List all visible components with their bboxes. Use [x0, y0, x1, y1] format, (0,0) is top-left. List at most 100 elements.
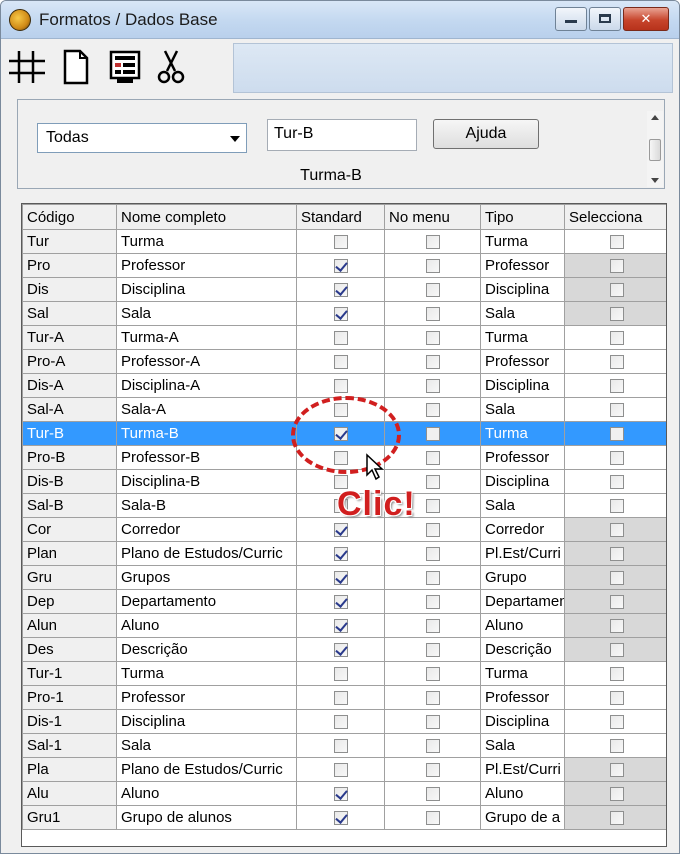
- cell-name[interactable]: Disciplina-A: [116, 373, 297, 398]
- cell-name[interactable]: Grupos: [116, 565, 297, 590]
- select-checkbox[interactable]: [609, 355, 624, 370]
- select-checkbox[interactable]: [609, 451, 624, 466]
- cell-standard[interactable]: [296, 565, 385, 590]
- cell-menu[interactable]: [384, 805, 481, 830]
- cell-type[interactable]: Grupo: [480, 565, 565, 590]
- column-header-menu[interactable]: No menu: [384, 204, 481, 230]
- cell-standard[interactable]: [296, 301, 385, 326]
- column-header-code[interactable]: Código: [22, 204, 117, 230]
- cell-type[interactable]: Disciplina: [480, 709, 565, 734]
- cell-select[interactable]: [564, 637, 666, 662]
- cell-name[interactable]: Plano de Estudos/Curric: [116, 541, 297, 566]
- cell-name[interactable]: Turma-A: [116, 325, 297, 350]
- menu-checkbox[interactable]: [425, 283, 440, 298]
- select-checkbox[interactable]: [609, 787, 624, 802]
- table-row[interactable]: Pro Professor Professor: [22, 253, 666, 278]
- table-row[interactable]: Des Descrição Descrição: [22, 637, 666, 662]
- cell-select[interactable]: [564, 805, 666, 830]
- cell-standard[interactable]: [296, 637, 385, 662]
- cell-menu[interactable]: [384, 445, 481, 470]
- cell-standard[interactable]: [296, 661, 385, 686]
- standard-checkbox[interactable]: [333, 643, 348, 658]
- standard-checkbox[interactable]: [333, 571, 348, 586]
- grid-icon[interactable]: [5, 45, 49, 89]
- cell-name[interactable]: Professor-B: [116, 445, 297, 470]
- menu-checkbox[interactable]: [425, 523, 440, 538]
- select-checkbox[interactable]: [609, 619, 624, 634]
- cell-code[interactable]: Tur-B: [22, 421, 117, 446]
- cell-standard[interactable]: [296, 709, 385, 734]
- cell-code[interactable]: Tur-1: [22, 661, 117, 686]
- cell-standard[interactable]: [296, 589, 385, 614]
- cell-standard[interactable]: [296, 325, 385, 350]
- menu-checkbox[interactable]: [425, 355, 440, 370]
- table-row[interactable]: Dis-A Disciplina-A Disciplina: [22, 373, 666, 398]
- cell-code[interactable]: Pro-A: [22, 349, 117, 374]
- select-checkbox[interactable]: [609, 715, 624, 730]
- cell-code[interactable]: Sal-A: [22, 397, 117, 422]
- code-input[interactable]: Tur-B: [267, 119, 417, 151]
- standard-checkbox[interactable]: [333, 595, 348, 610]
- select-checkbox[interactable]: [609, 499, 624, 514]
- cell-menu[interactable]: [384, 373, 481, 398]
- menu-checkbox[interactable]: [425, 403, 440, 418]
- cell-menu[interactable]: [384, 541, 481, 566]
- select-checkbox[interactable]: [609, 667, 624, 682]
- cell-code[interactable]: Gru: [22, 565, 117, 590]
- menu-checkbox[interactable]: [425, 787, 440, 802]
- column-header-standard[interactable]: Standard: [296, 204, 385, 230]
- cell-menu[interactable]: [384, 325, 481, 350]
- standard-checkbox[interactable]: [333, 331, 348, 346]
- minimize-button[interactable]: [555, 7, 587, 31]
- help-button[interactable]: Ajuda: [433, 119, 539, 149]
- cell-name[interactable]: Professor-A: [116, 349, 297, 374]
- standard-checkbox[interactable]: [333, 715, 348, 730]
- cell-code[interactable]: Sal-B: [22, 493, 117, 518]
- new-document-icon[interactable]: [53, 45, 97, 89]
- menu-checkbox[interactable]: [425, 547, 440, 562]
- menu-checkbox[interactable]: [425, 595, 440, 610]
- select-checkbox[interactable]: [609, 283, 624, 298]
- cell-select[interactable]: [564, 469, 666, 494]
- scroll-up-icon[interactable]: [651, 115, 659, 120]
- cell-select[interactable]: [564, 253, 666, 278]
- select-checkbox[interactable]: [609, 523, 624, 538]
- table-row[interactable]: Sal-1 Sala Sala: [22, 733, 666, 758]
- cell-name[interactable]: Turma-B: [116, 421, 297, 446]
- cell-type[interactable]: Sala: [480, 397, 565, 422]
- cell-standard[interactable]: [296, 229, 385, 254]
- cell-type[interactable]: Turma: [480, 661, 565, 686]
- cell-code[interactable]: Dis-A: [22, 373, 117, 398]
- cell-code[interactable]: Cor: [22, 517, 117, 542]
- standard-checkbox[interactable]: [333, 259, 348, 274]
- cell-type[interactable]: Corredor: [480, 517, 565, 542]
- menu-checkbox[interactable]: [425, 619, 440, 634]
- menu-checkbox[interactable]: [425, 811, 440, 826]
- menu-checkbox[interactable]: [425, 499, 440, 514]
- cell-select[interactable]: [564, 373, 666, 398]
- select-checkbox[interactable]: [609, 595, 624, 610]
- cell-type[interactable]: Departamen: [480, 589, 565, 614]
- menu-checkbox[interactable]: [425, 715, 440, 730]
- scroll-thumb[interactable]: [649, 139, 661, 161]
- menu-checkbox[interactable]: [425, 235, 440, 250]
- select-checkbox[interactable]: [609, 643, 624, 658]
- cell-code[interactable]: Pro-B: [22, 445, 117, 470]
- select-checkbox[interactable]: [609, 691, 624, 706]
- select-checkbox[interactable]: [609, 379, 624, 394]
- cell-standard[interactable]: [296, 781, 385, 806]
- cell-type[interactable]: Descrição: [480, 637, 565, 662]
- cell-standard[interactable]: [296, 805, 385, 830]
- cell-code[interactable]: Dis: [22, 277, 117, 302]
- cell-type[interactable]: Grupo de a: [480, 805, 565, 830]
- menu-checkbox[interactable]: [425, 691, 440, 706]
- table-row[interactable]: Dep Departamento Departamen: [22, 589, 666, 614]
- cell-select[interactable]: [564, 733, 666, 758]
- cell-type[interactable]: Pl.Est/Curri: [480, 757, 565, 782]
- cell-select[interactable]: [564, 781, 666, 806]
- cell-menu[interactable]: [384, 637, 481, 662]
- cell-select[interactable]: [564, 301, 666, 326]
- cell-menu[interactable]: [384, 613, 481, 638]
- standard-checkbox[interactable]: [333, 619, 348, 634]
- cell-menu[interactable]: [384, 397, 481, 422]
